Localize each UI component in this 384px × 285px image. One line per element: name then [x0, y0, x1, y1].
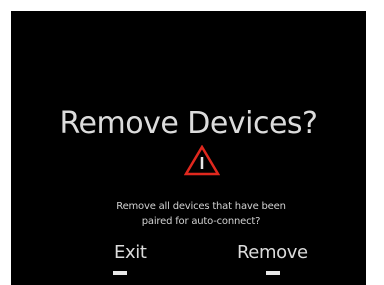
- remove-softkey-marker: [266, 271, 280, 275]
- remove-button[interactable]: Remove: [237, 243, 308, 263]
- device-screen: Remove Devices? Remove all devices that …: [11, 11, 366, 285]
- exit-button[interactable]: Exit: [114, 243, 147, 263]
- dialog-message-line-1: Remove all devices that have been: [116, 201, 286, 212]
- dialog-message-line-2: paired for auto-connect?: [141, 216, 261, 227]
- dialog-title: Remove Devices?: [59, 106, 318, 141]
- exit-softkey-marker: [113, 271, 127, 275]
- warning-icon: [184, 145, 220, 176]
